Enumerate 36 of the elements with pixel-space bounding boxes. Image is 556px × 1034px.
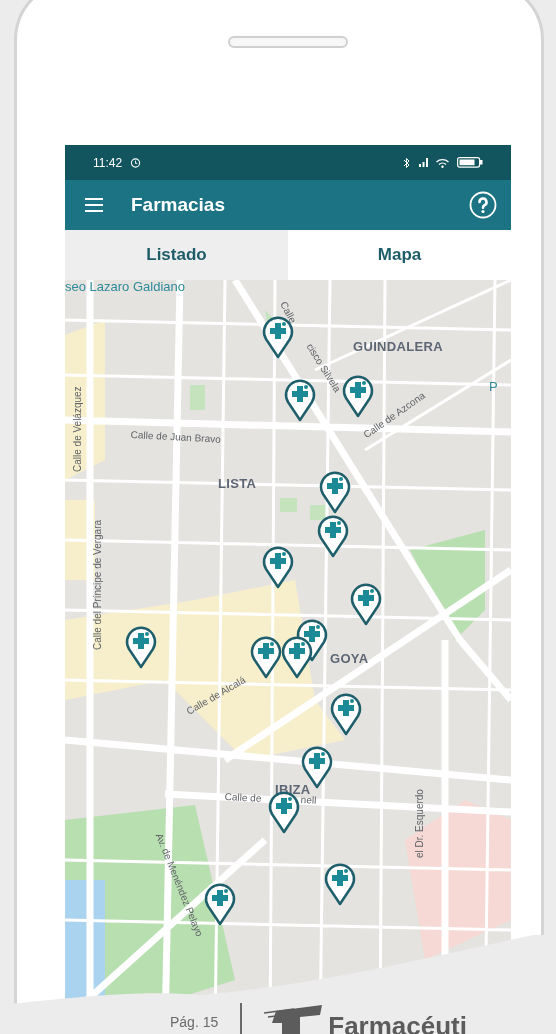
- pharmacy-pin-icon[interactable]: [250, 635, 282, 679]
- app-title: Farmacias: [131, 192, 226, 217]
- page-number: Pág. 15: [170, 1012, 219, 1032]
- menu-icon[interactable]: [85, 198, 103, 212]
- tab[interactable]: Listado: [65, 230, 288, 280]
- status-time: 11:42: [93, 154, 123, 172]
- wifi-icon: [436, 157, 449, 168]
- signal-icon: [419, 158, 428, 167]
- pharmacy-pin-icon[interactable]: [262, 545, 294, 589]
- map-label: Calle de: [224, 792, 262, 804]
- map-label: GOYA: [330, 652, 369, 665]
- map-label: Calle del Príncipe de Vergara: [93, 519, 103, 650]
- map-label: Calle de Juan Bravo: [130, 430, 221, 445]
- map-label: LISTA: [218, 477, 257, 490]
- bluetooth-icon: [403, 156, 411, 169]
- pharmacy-pin-icon[interactable]: [281, 635, 313, 679]
- brand-logo-icon: [264, 1005, 325, 1034]
- pharmacy-pin-icon[interactable]: [319, 470, 351, 514]
- map-label: Calle: [278, 300, 298, 325]
- pharmacy-pin-icon[interactable]: [350, 582, 382, 626]
- pharmacy-pin-icon[interactable]: [204, 882, 236, 926]
- map-label: seo Lazaro Galdiano: [65, 280, 185, 293]
- map-label: Calle de Velázquez: [73, 386, 83, 472]
- pharmacy-pin-icon[interactable]: [317, 514, 349, 558]
- help-icon[interactable]: [469, 191, 497, 219]
- pharmacy-pin-icon[interactable]: [125, 625, 157, 669]
- pharmacy-pin-icon[interactable]: [330, 692, 362, 736]
- pharmacy-pin-icon[interactable]: [342, 374, 374, 418]
- alarm-icon: [130, 157, 142, 168]
- map-label: P: [489, 380, 498, 393]
- pharmacy-pin-icon[interactable]: [284, 378, 316, 422]
- map-label: nell: [300, 795, 317, 806]
- map-label: el Dr. Esquerdo: [415, 789, 425, 858]
- pharmacy-pin-icon[interactable]: [324, 862, 356, 906]
- map-label: GUINDALERA: [353, 340, 443, 353]
- battery-icon: [457, 157, 483, 168]
